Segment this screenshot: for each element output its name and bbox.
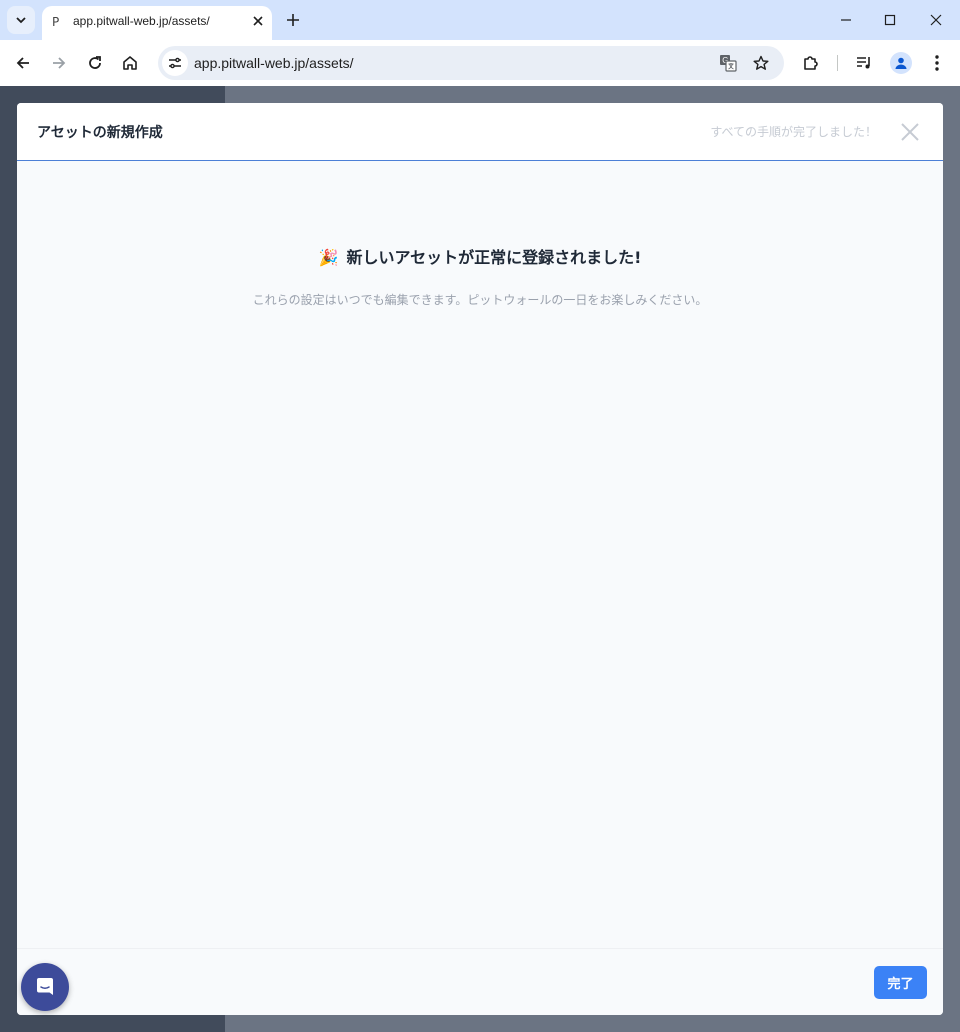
site-info-button[interactable]: [162, 50, 188, 76]
success-heading-text: 新しいアセットが正常に登録されました!: [346, 248, 642, 267]
close-icon: [253, 16, 263, 26]
success-subtext: これらの設定はいつでも編集できます。ピットウォールの一日をお楽しみください。: [252, 293, 708, 307]
media-queue-icon: [857, 57, 870, 69]
toolbar-divider: [837, 55, 838, 71]
modal-footer: 完了: [17, 948, 943, 1015]
forward-button[interactable]: [45, 49, 73, 77]
close-icon: [901, 123, 919, 141]
tab-close-button[interactable]: [249, 12, 267, 30]
modal-close-button[interactable]: [897, 119, 923, 145]
chat-icon: [37, 978, 53, 995]
person-icon: [895, 57, 907, 69]
back-button[interactable]: [9, 49, 37, 77]
close-window-button[interactable]: [921, 6, 951, 34]
modal-header: アセットの新規作成 すべての手順が完了しました！: [17, 103, 943, 161]
puzzle-icon: [804, 56, 818, 70]
maximize-button[interactable]: [875, 6, 905, 34]
party-popper-icon: 🎉: [318, 248, 339, 267]
bookmark-button[interactable]: [751, 53, 771, 73]
media-control-button[interactable]: [850, 49, 878, 77]
avatar: [890, 52, 912, 74]
done-button[interactable]: 完了: [874, 966, 927, 999]
tab-search-button[interactable]: [7, 6, 35, 34]
maximize-icon: [884, 14, 896, 26]
close-icon: [930, 14, 942, 26]
minimize-icon: [841, 19, 851, 21]
browser-toolbar: app.pitwall-web.jp/assets/ G: [0, 40, 960, 86]
minimize-button[interactable]: [831, 6, 861, 34]
browser-tab[interactable]: P app.pitwall-web.jp/assets/: [42, 6, 272, 40]
translate-button[interactable]: G: [718, 53, 738, 73]
chevron-down-icon: [16, 17, 26, 24]
reload-button[interactable]: [81, 49, 109, 77]
reload-icon: [89, 56, 101, 69]
arrow-left-icon: [16, 57, 29, 69]
address-bar[interactable]: app.pitwall-web.jp/assets/ G: [158, 46, 784, 80]
create-asset-modal: アセットの新規作成 すべての手順が完了しました！ 🎉 新しいアセットが正常に登録さ…: [17, 103, 943, 1015]
browser-tabstrip: P app.pitwall-web.jp/assets/: [0, 0, 960, 40]
tune-icon: [169, 57, 181, 69]
arrow-right-icon: [53, 57, 66, 69]
home-icon: [123, 56, 137, 70]
more-vert-icon: [935, 55, 939, 71]
success-heading: 🎉 新しいアセットが正常に登録されました!: [17, 244, 943, 268]
home-button[interactable]: [116, 49, 144, 77]
translate-icon: G: [720, 55, 737, 72]
star-icon: [753, 55, 769, 70]
chat-launcher-button[interactable]: [21, 963, 69, 1011]
url-text[interactable]: app.pitwall-web.jp/assets/: [194, 55, 354, 71]
tab-title: app.pitwall-web.jp/assets/: [73, 14, 210, 28]
extensions-button[interactable]: [797, 49, 825, 77]
new-tab-button[interactable]: [282, 9, 304, 31]
plus-icon: [287, 14, 299, 26]
profile-button[interactable]: [887, 49, 915, 77]
tab-favicon: P: [52, 15, 60, 29]
step-status-text: すべての手順が完了しました！: [710, 125, 877, 139]
modal-title: アセットの新規作成: [37, 125, 163, 141]
browser-menu-button[interactable]: [923, 49, 951, 77]
